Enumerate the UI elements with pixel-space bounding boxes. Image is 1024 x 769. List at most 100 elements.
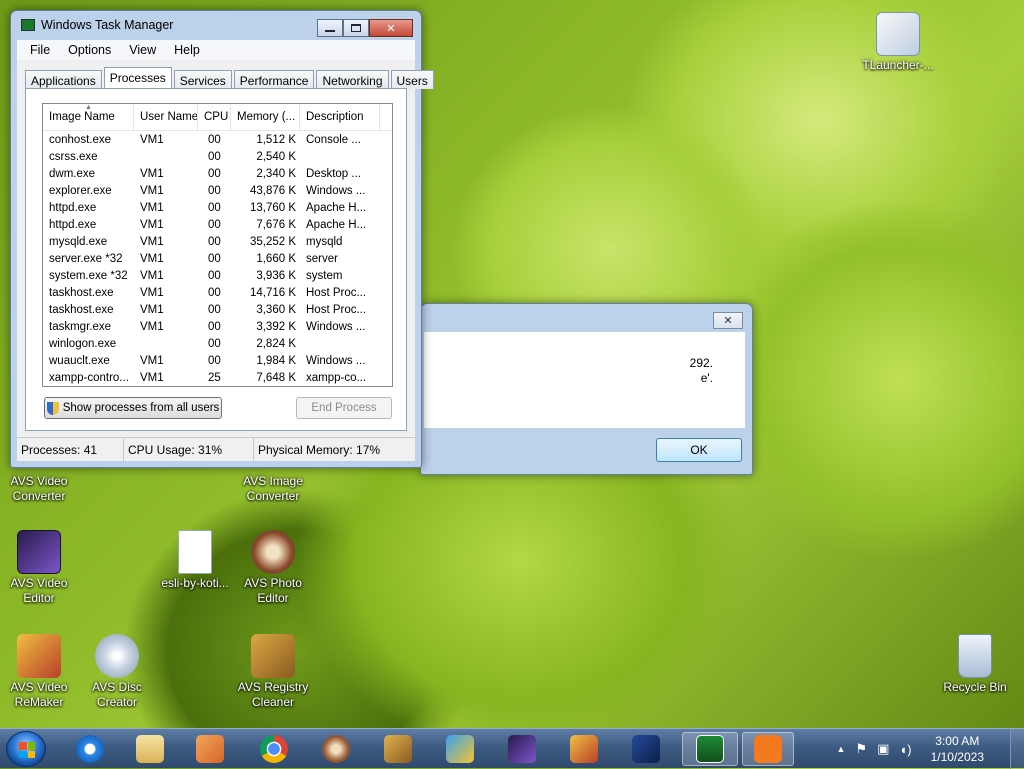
- process-row[interactable]: xampp-contro... VM1 25 7,648 K xampp-co...: [43, 369, 392, 386]
- taskbar-avs-video-editor[interactable]: [496, 732, 548, 766]
- show-all-processes-button[interactable]: Show processes from all users: [44, 397, 222, 419]
- show-hidden-icons-button[interactable]: ▲: [837, 744, 846, 754]
- dialog-body: 292. e'.: [424, 332, 745, 428]
- audio-file-icon: [178, 530, 212, 574]
- process-row[interactable]: csrss.exe 00 2,540 K: [43, 148, 392, 165]
- process-row[interactable]: taskhost.exe VM1 00 14,716 K Host Proc...: [43, 284, 392, 301]
- taskbar-chrome[interactable]: [248, 732, 300, 766]
- desktop-icon-avs-video-converter[interactable]: AVS Video Converter: [0, 474, 79, 504]
- taskbar-task-manager[interactable]: [682, 732, 738, 766]
- clock[interactable]: 3:00 AM 1/10/2023: [931, 733, 984, 765]
- desktop-icon-avs-photo-editor[interactable]: AVS Photo Editor: [233, 530, 313, 606]
- process-list-header: ▲ Image Name User Name CPU Memory (... D…: [43, 104, 392, 131]
- tab-applications[interactable]: Applications: [25, 70, 102, 89]
- installer-icon: [876, 12, 920, 56]
- ok-button[interactable]: OK: [656, 438, 742, 462]
- desktop-icon-avs-registry-cleaner[interactable]: AVS Registry Cleaner: [233, 634, 313, 710]
- process-row[interactable]: mysqld.exe VM1 00 35,252 K mysqld: [43, 233, 392, 250]
- action-center-flag-icon[interactable]: ⚑: [855, 741, 867, 757]
- dialog-close-button[interactable]: ✕: [713, 312, 743, 329]
- dialog-message-line: 292.: [689, 356, 713, 370]
- process-description: Apache H...: [306, 201, 367, 214]
- title-bar[interactable]: Windows Task Manager ✕: [11, 11, 421, 39]
- taskbar-video-remaker[interactable]: [558, 732, 610, 766]
- column-header-cpu[interactable]: CPU: [198, 104, 231, 131]
- show-desktop-button[interactable]: [1010, 729, 1024, 769]
- process-row[interactable]: server.exe *32 VM1 00 1,660 K server: [43, 250, 392, 267]
- taskbar-video-converter[interactable]: [620, 732, 672, 766]
- desktop-icon-label: AVS Video: [10, 474, 68, 488]
- desktop-icon-avs-video-editor[interactable]: AVS Video Editor: [0, 530, 79, 606]
- process-image-name: conhost.exe: [49, 133, 112, 146]
- process-row[interactable]: wuauclt.exe VM1 00 1,984 K Windows ...: [43, 352, 392, 369]
- maximize-icon: [351, 24, 361, 32]
- tab-processes[interactable]: Processes: [103, 67, 172, 89]
- desktop-icon-avs-image-converter[interactable]: AVS Image Converter: [233, 474, 313, 504]
- desktop-icon-label: AVS Photo: [244, 576, 302, 590]
- uac-shield-icon: [46, 401, 59, 415]
- column-header-user-name[interactable]: User Name: [134, 104, 198, 131]
- process-row[interactable]: winlogon.exe 00 2,824 K: [43, 335, 392, 352]
- process-row[interactable]: system.exe *32 VM1 00 3,936 K system: [43, 267, 392, 284]
- taskbar-app-blue[interactable]: [434, 732, 486, 766]
- desktop-icon-esli-by-koti[interactable]: esli-by-koti...: [155, 530, 235, 591]
- process-cpu: 00: [208, 303, 221, 316]
- process-memory: 1,984 K: [256, 354, 296, 367]
- menu-options[interactable]: Options: [59, 41, 120, 59]
- start-button[interactable]: [6, 731, 46, 767]
- process-user-name: VM1: [140, 252, 164, 265]
- process-memory: 43,876 K: [249, 184, 296, 197]
- process-memory: 35,252 K: [249, 235, 296, 248]
- tab-services[interactable]: Services: [173, 70, 232, 89]
- desktop-icon-recycle-bin[interactable]: Recycle Bin: [935, 634, 1015, 695]
- taskbar-media-player[interactable]: [184, 732, 236, 766]
- column-header-memory[interactable]: Memory (...: [231, 104, 300, 131]
- process-row[interactable]: httpd.exe VM1 00 13,760 K Apache H...: [43, 199, 392, 216]
- process-image-name: xampp-contro...: [49, 371, 129, 384]
- tab-networking[interactable]: Networking: [316, 70, 389, 89]
- taskbar-avs-photo-editor[interactable]: [310, 732, 362, 766]
- process-row[interactable]: taskhost.exe VM1 00 3,360 K Host Proc...: [43, 301, 392, 318]
- menu-view[interactable]: View: [120, 41, 165, 59]
- photo-editor-icon: [251, 530, 295, 574]
- tab-users[interactable]: Users: [390, 70, 434, 89]
- tab-performance[interactable]: Performance: [233, 70, 315, 89]
- taskbar-file-explorer[interactable]: [124, 732, 176, 766]
- desktop-icon-label: AVS Disc: [92, 680, 142, 694]
- process-row[interactable]: httpd.exe VM1 00 7,676 K Apache H...: [43, 216, 392, 233]
- process-row[interactable]: explorer.exe VM1 00 43,876 K Windows ...: [43, 182, 392, 199]
- process-list[interactable]: ▲ Image Name User Name CPU Memory (... D…: [42, 103, 393, 387]
- process-cpu: 00: [208, 286, 221, 299]
- process-cpu: 00: [208, 235, 221, 248]
- task-manager-icon: [696, 735, 724, 763]
- process-image-name: taskmgr.exe: [49, 320, 111, 333]
- network-icon[interactable]: ▣: [877, 741, 889, 757]
- close-button[interactable]: ✕: [369, 19, 413, 37]
- volume-icon[interactable]: ◖): [899, 742, 911, 757]
- process-rows: conhost.exe VM1 00 1,512 K Console ... csrss.…: [43, 131, 392, 386]
- process-cpu: 00: [208, 337, 221, 350]
- menu-file[interactable]: File: [21, 41, 59, 59]
- film-strip-icon: [508, 735, 536, 763]
- process-user-name: VM1: [140, 184, 164, 197]
- folder-icon: [136, 735, 164, 763]
- maximize-button[interactable]: [343, 19, 369, 37]
- desktop-icon-tlauncher[interactable]: TLauncher-...: [856, 12, 940, 73]
- taskbar-internet-explorer[interactable]: [64, 732, 116, 766]
- end-process-button[interactable]: End Process: [296, 397, 392, 419]
- process-row[interactable]: taskmgr.exe VM1 00 3,392 K Windows ...: [43, 318, 392, 335]
- process-memory: 1,512 K: [256, 133, 296, 146]
- process-image-name: taskhost.exe: [49, 286, 114, 299]
- column-header-description[interactable]: Description: [300, 104, 380, 131]
- taskbar-registry-cleaner[interactable]: [372, 732, 424, 766]
- menu-help[interactable]: Help: [165, 41, 209, 59]
- process-row[interactable]: dwm.exe VM1 00 2,340 K Desktop ...: [43, 165, 392, 182]
- process-image-name: csrss.exe: [49, 150, 98, 163]
- desktop-icon-avs-disc-creator[interactable]: AVS Disc Creator: [77, 634, 157, 710]
- desktop-icon-avs-video-remaker[interactable]: AVS Video ReMaker: [0, 634, 79, 710]
- app-icon: [446, 735, 474, 763]
- process-description: server: [306, 252, 338, 265]
- process-row[interactable]: conhost.exe VM1 00 1,512 K Console ...: [43, 131, 392, 148]
- taskbar-xampp[interactable]: [742, 732, 794, 766]
- minimize-button[interactable]: [317, 19, 343, 37]
